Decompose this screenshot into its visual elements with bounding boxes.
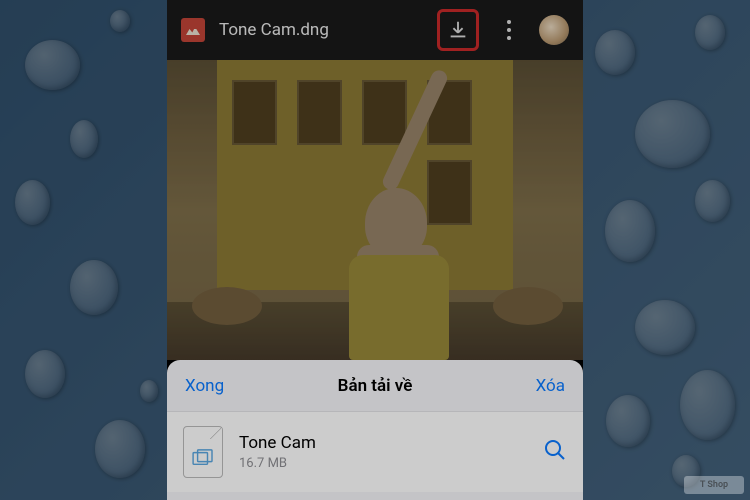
more-options-button[interactable] [493,20,525,40]
download-file-size: 16.7 MB [239,456,527,471]
done-button[interactable]: Xong [185,376,224,396]
sheet-header: Xong Bản tải về Xóa [167,360,583,412]
app-header: Tone Cam.dng [167,0,583,60]
more-icon [507,20,511,24]
download-icon [447,19,469,41]
downloads-sheet: Xong Bản tải về Xóa Tone Cam 16.7 MB [167,360,583,500]
photo-file-icon [181,18,205,42]
phone-screen: Tone Cam.dng [167,0,583,500]
file-title: Tone Cam.dng [219,20,423,40]
download-list-item[interactable]: Tone Cam 16.7 MB [167,412,583,492]
watermark: T Shop [684,476,744,494]
file-info: Tone Cam 16.7 MB [239,433,527,471]
user-avatar[interactable] [539,15,569,45]
document-file-icon [183,426,223,478]
download-button[interactable] [437,9,479,51]
search-button[interactable] [543,438,567,466]
delete-button[interactable]: Xóa [536,376,565,396]
sheet-title: Bản tải về [338,376,413,396]
search-icon [543,438,567,462]
photo-subject [317,120,477,360]
image-preview[interactable] [167,60,583,360]
download-file-name: Tone Cam [239,433,527,453]
